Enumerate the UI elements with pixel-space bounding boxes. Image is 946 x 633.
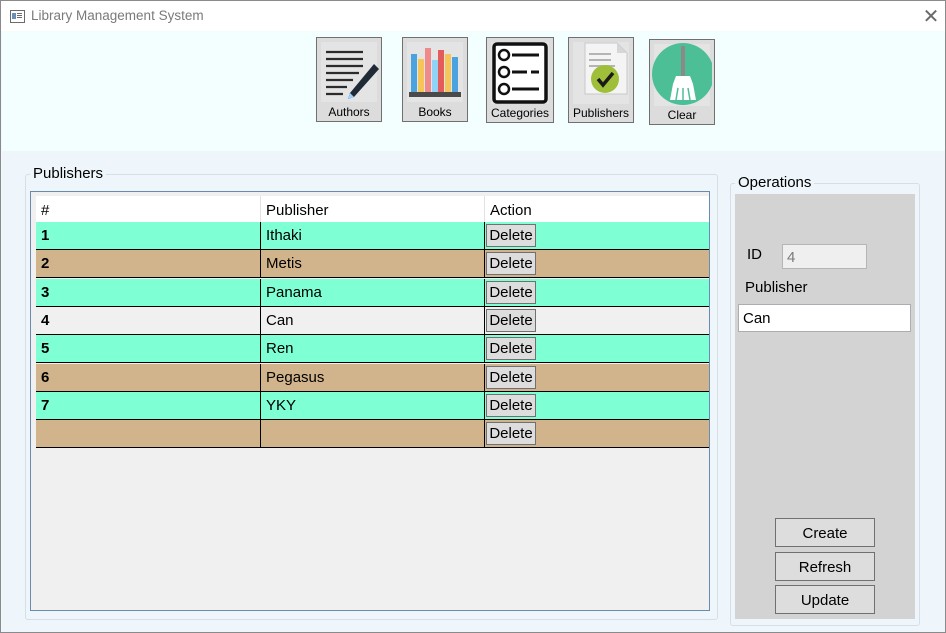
broom-icon (652, 43, 712, 106)
column-header-action[interactable]: Action (484, 196, 709, 222)
table-row[interactable]: 7 YKY Delete (36, 391, 709, 420)
bookshelf-icon (407, 42, 463, 102)
delete-button[interactable]: Delete (486, 422, 536, 446)
refresh-button[interactable]: Refresh (775, 552, 875, 581)
row-number-cell: 6 (41, 368, 50, 386)
toolbar-button-label: Books (418, 105, 452, 119)
publishers-button[interactable]: Publishers (568, 37, 634, 123)
update-button[interactable]: Update (775, 585, 875, 614)
delete-button[interactable]: Delete (486, 252, 536, 276)
table-row[interactable]: 5 Ren Delete (36, 335, 709, 364)
publisher-name-cell: Pegasus (260, 363, 484, 391)
create-button[interactable]: Create (775, 518, 875, 547)
books-button[interactable]: Books (402, 37, 468, 122)
action-cell: Delete (484, 278, 709, 306)
delete-button[interactable]: Delete (486, 308, 536, 332)
publisher-name-cell: YKY (260, 391, 484, 419)
table-row[interactable]: 3 Panama Delete (36, 278, 709, 307)
table-row[interactable]: 1 Ithaki Delete (36, 222, 709, 250)
action-cell: Delete (484, 306, 709, 334)
row-number-cell: 5 (41, 340, 50, 358)
toolbar (2, 31, 945, 151)
row-number-cell: 1 (41, 227, 50, 244)
action-cell: Delete (484, 391, 709, 419)
row-number-cell: 7 (41, 396, 50, 414)
delete-button[interactable]: Delete (486, 224, 536, 247)
action-cell: Delete (484, 222, 709, 249)
window-title: Library Management System (31, 8, 204, 23)
close-icon[interactable]: ✕ (919, 5, 943, 27)
delete-button[interactable]: Delete (486, 337, 536, 361)
row-number-cell: 2 (41, 255, 50, 273)
table-row[interactable]: Delete (36, 420, 709, 449)
table-row[interactable]: 2 Metis Delete (36, 250, 709, 279)
delete-button[interactable]: Delete (486, 280, 536, 304)
toolbar-button-label: Categories (490, 106, 550, 120)
row-number-cell (36, 420, 260, 447)
publisher-name-cell: Can (260, 306, 484, 334)
table-row[interactable]: 6 Pegasus Delete (36, 363, 709, 392)
checklist-icon (491, 42, 549, 104)
publisher-name-cell: Ithaki (260, 222, 484, 249)
table-row[interactable]: 4 Can Delete (36, 306, 709, 335)
clear-button[interactable]: Clear (649, 39, 715, 125)
row-number-cell: 3 (41, 283, 50, 301)
pen-writing-icon (321, 42, 379, 102)
toolbar-button-label: Clear (667, 108, 697, 122)
action-cell: Delete (484, 363, 709, 391)
operations-group-title: Operations (735, 174, 815, 191)
publishers-group-title: Publishers (30, 165, 107, 182)
action-cell: Delete (484, 250, 709, 278)
column-header-number[interactable]: # (36, 196, 260, 222)
publisher-field[interactable]: Can (738, 304, 911, 332)
title-bar: Library Management System ✕ (1, 1, 945, 31)
publisher-label: Publisher (745, 279, 808, 296)
publishers-grid: # Publisher Action 1 Ithaki Delete 2 Metis De… (30, 191, 710, 611)
id-field[interactable]: 4 (782, 244, 867, 269)
toolbar-button-label: Publishers (572, 106, 630, 120)
publisher-name-cell: Panama (260, 278, 484, 306)
app-window-icon (10, 10, 25, 23)
document-check-icon (573, 42, 629, 104)
row-number-cell: 4 (41, 311, 50, 329)
delete-button[interactable]: Delete (486, 393, 536, 417)
column-header-publisher[interactable]: Publisher (260, 196, 484, 222)
action-cell: Delete (484, 335, 709, 363)
grid-header: # Publisher Action (36, 196, 709, 222)
publisher-name-cell (260, 420, 484, 448)
delete-button[interactable]: Delete (486, 365, 536, 389)
categories-button[interactable]: Categories (486, 37, 554, 123)
publisher-name-cell: Metis (260, 250, 484, 278)
id-label: ID (747, 246, 762, 263)
action-cell: Delete (484, 420, 709, 448)
publisher-name-cell: Ren (260, 335, 484, 363)
toolbar-button-label: Authors (328, 105, 370, 119)
authors-button[interactable]: Authors (316, 37, 382, 122)
